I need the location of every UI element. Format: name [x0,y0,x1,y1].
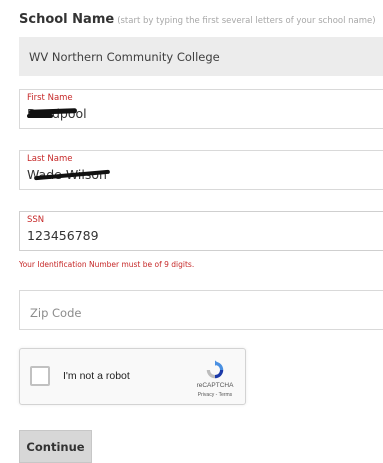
ssn-error-message: Your Identification Number must be of 9 … [19,260,195,269]
recaptcha-label: I'm not a robot [63,370,130,382]
recaptcha-widget: I'm not a robot reCAPTCHA Privacy - Term… [19,348,246,405]
last-name-label: Last Name [27,154,73,164]
first-name-field[interactable]: First Name Deadpool [19,89,383,129]
last-name-field[interactable]: Last Name Wade Wilson [19,150,383,190]
ssn-field[interactable]: SSN 123456789 [19,211,383,251]
recaptcha-terms-link[interactable]: Terms [219,392,233,398]
zip-code-placeholder: Zip Code [30,306,82,320]
recaptcha-logo-icon [206,360,224,379]
recaptcha-checkbox[interactable] [30,366,50,386]
school-name-value: WV Northern Community College [29,50,220,64]
recaptcha-privacy-link[interactable]: Privacy [198,392,214,398]
recaptcha-links: Privacy - Terms [190,392,240,398]
school-name-title: School Name [19,12,115,27]
school-name-hint: (start by typing the first several lette… [117,16,376,26]
zip-code-field[interactable]: Zip Code [19,290,383,330]
recaptcha-brand: reCAPTCHA [196,382,234,389]
ssn-label: SSN [27,215,45,225]
school-name-input[interactable]: WV Northern Community College [19,37,383,76]
continue-button[interactable]: Continue [19,430,92,463]
school-name-label: School Name (start by typing the first se… [19,8,376,27]
ssn-value: 123456789 [27,228,99,243]
first-name-redaction-lower [27,114,53,118]
first-name-label: First Name [27,93,73,103]
